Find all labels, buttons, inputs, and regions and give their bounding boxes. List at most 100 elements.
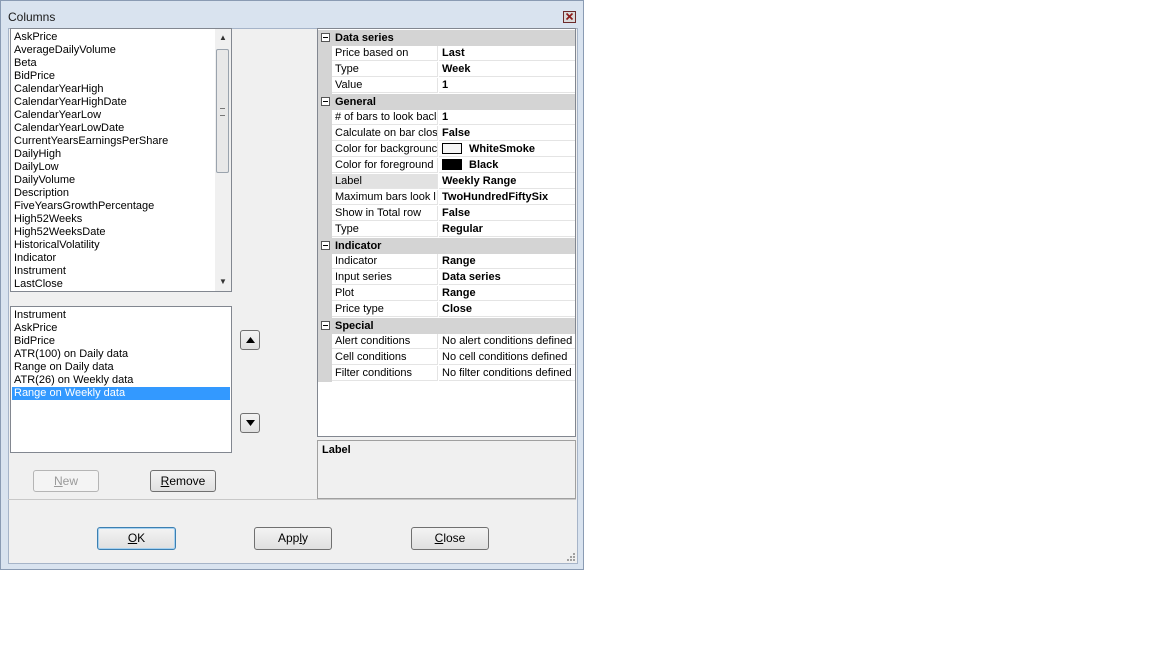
list-item[interactable]: High52WeeksDate xyxy=(14,226,106,239)
property-name[interactable]: Value xyxy=(332,78,438,93)
list-item[interactable]: Description xyxy=(14,187,69,200)
list-item[interactable]: AverageDailyVolume xyxy=(14,44,116,57)
list-item[interactable]: CalendarYearLow xyxy=(14,109,101,122)
property-name[interactable]: Price based on xyxy=(332,46,438,61)
property-value[interactable]: False xyxy=(439,126,575,141)
list-item[interactable]: ATR(100) on Daily data xyxy=(14,348,128,361)
property-value[interactable]: Weekly Range xyxy=(439,174,575,189)
property-name[interactable]: Show in Total row xyxy=(332,206,438,221)
list-item[interactable]: BidPrice xyxy=(14,335,55,348)
property-row[interactable]: Cell conditions No cell conditions define… xyxy=(318,350,575,366)
list-item[interactable]: CalendarYearHighDate xyxy=(14,96,127,109)
property-row[interactable]: Show in Total row False xyxy=(318,206,575,222)
available-list-scrollbar[interactable]: ▲ ▼ xyxy=(215,29,231,291)
list-item[interactable]: FiveYearsGrowthPercentage xyxy=(14,200,154,213)
list-item[interactable]: Instrument xyxy=(14,309,66,322)
property-value[interactable]: Regular xyxy=(439,222,575,237)
collapse-icon[interactable] xyxy=(321,33,330,42)
category-header[interactable]: Special xyxy=(318,318,575,334)
property-name[interactable]: Maximum bars look l xyxy=(332,190,438,205)
list-item[interactable]: CurrentYearsEarningsPerShare xyxy=(14,135,168,148)
list-item[interactable]: Instrument xyxy=(14,265,66,278)
list-item[interactable]: LastClose xyxy=(14,278,63,291)
property-value[interactable]: Week xyxy=(439,62,575,77)
property-value[interactable]: False xyxy=(439,206,575,221)
property-name[interactable]: Label xyxy=(332,174,438,189)
property-value[interactable]: Last xyxy=(439,46,575,61)
property-name[interactable]: Calculate on bar clos xyxy=(332,126,438,141)
property-row[interactable]: Maximum bars look l TwoHundredFiftySix xyxy=(318,190,575,206)
property-value[interactable]: 1 xyxy=(439,78,575,93)
property-row[interactable]: Color for backgrounc WhiteSmoke xyxy=(318,142,575,158)
property-value[interactable]: No alert conditions defined xyxy=(439,334,575,349)
category-header[interactable]: Indicator xyxy=(318,238,575,254)
collapse-icon[interactable] xyxy=(321,241,330,250)
property-value[interactable]: TwoHundredFiftySix xyxy=(439,190,575,205)
scroll-thumb[interactable] xyxy=(216,49,229,173)
property-name[interactable]: Color for foreground xyxy=(332,158,438,173)
property-grid[interactable]: Data series Price based on Last Type Week Val… xyxy=(317,28,576,437)
list-item[interactable]: Range on Daily data xyxy=(14,361,114,374)
apply-button[interactable]: Apply xyxy=(254,527,332,550)
property-row[interactable]: Filter conditions No filter conditions de… xyxy=(318,366,575,382)
property-name[interactable]: Type xyxy=(332,222,438,237)
property-row[interactable]: Color for foreground Black xyxy=(318,158,575,174)
property-name[interactable]: Filter conditions xyxy=(332,366,438,381)
available-columns-list[interactable]: AskPrice AverageDailyVolume Beta BidPrice Ca… xyxy=(10,28,232,292)
property-row[interactable]: Input series Data series xyxy=(318,270,575,286)
property-row[interactable]: Price type Close xyxy=(318,302,575,318)
property-row[interactable]: Alert conditions No alert conditions defi… xyxy=(318,334,575,350)
property-row[interactable]: Type Regular xyxy=(318,222,575,238)
close-button[interactable]: Close xyxy=(411,527,489,550)
property-row[interactable]: Type Week xyxy=(318,62,575,78)
property-row[interactable]: Label Weekly Range xyxy=(318,174,575,190)
list-item[interactable]: Beta xyxy=(14,57,37,70)
property-row[interactable]: Value 1 xyxy=(318,78,575,94)
collapse-icon[interactable] xyxy=(321,321,330,330)
list-item[interactable]: AskPrice xyxy=(14,31,57,44)
property-row[interactable]: Indicator Range xyxy=(318,254,575,270)
property-value[interactable]: No filter conditions defined xyxy=(439,366,575,381)
property-value[interactable]: Black xyxy=(439,158,575,173)
property-value[interactable]: Close xyxy=(439,302,575,317)
ok-button[interactable]: OK xyxy=(97,527,176,550)
property-name[interactable]: Alert conditions xyxy=(332,334,438,349)
list-item[interactable]: Indicator xyxy=(14,252,56,265)
scroll-down-icon[interactable]: ▼ xyxy=(219,278,227,286)
property-name[interactable]: Type xyxy=(332,62,438,77)
property-row[interactable]: Plot Range xyxy=(318,286,575,302)
list-item[interactable]: DailyHigh xyxy=(14,148,61,161)
property-name[interactable]: # of bars to look bacl xyxy=(332,110,438,125)
property-row[interactable]: Price based on Last xyxy=(318,46,575,62)
remove-button[interactable]: Remove xyxy=(150,470,216,492)
property-name[interactable]: Cell conditions xyxy=(332,350,438,365)
move-down-button[interactable] xyxy=(240,413,260,433)
title-bar[interactable]: Columns xyxy=(1,1,583,27)
list-item[interactable]: CalendarYearHigh xyxy=(14,83,104,96)
list-item[interactable]: Range on Weekly data xyxy=(12,387,230,400)
category-header[interactable]: General xyxy=(318,94,575,110)
property-name[interactable]: Plot xyxy=(332,286,438,301)
property-value[interactable]: 1 xyxy=(439,110,575,125)
property-name[interactable]: Input series xyxy=(332,270,438,285)
list-item[interactable]: CalendarYearLowDate xyxy=(14,122,124,135)
selected-columns-list[interactable]: Instrument AskPrice BidPrice ATR(100) on Da… xyxy=(10,306,232,453)
category-header[interactable]: Data series xyxy=(318,30,575,46)
resize-grip-icon[interactable] xyxy=(566,552,575,561)
list-item[interactable]: HistoricalVolatility xyxy=(14,239,100,252)
property-value[interactable]: Range xyxy=(439,286,575,301)
property-name[interactable]: Indicator xyxy=(332,254,438,269)
new-button[interactable]: New xyxy=(33,470,99,492)
list-item[interactable]: High52Weeks xyxy=(14,213,82,226)
list-item[interactable]: DailyVolume xyxy=(14,174,75,187)
property-name[interactable]: Price type xyxy=(332,302,438,317)
property-value[interactable]: No cell conditions defined xyxy=(439,350,575,365)
list-item[interactable]: BidPrice xyxy=(14,70,55,83)
property-value[interactable]: Range xyxy=(439,254,575,269)
list-item[interactable]: AskPrice xyxy=(14,322,57,335)
move-up-button[interactable] xyxy=(240,330,260,350)
property-row[interactable]: Calculate on bar clos False xyxy=(318,126,575,142)
list-item[interactable]: DailyLow xyxy=(14,161,59,174)
property-value[interactable]: WhiteSmoke xyxy=(439,142,575,157)
window-close-button[interactable] xyxy=(563,11,576,23)
